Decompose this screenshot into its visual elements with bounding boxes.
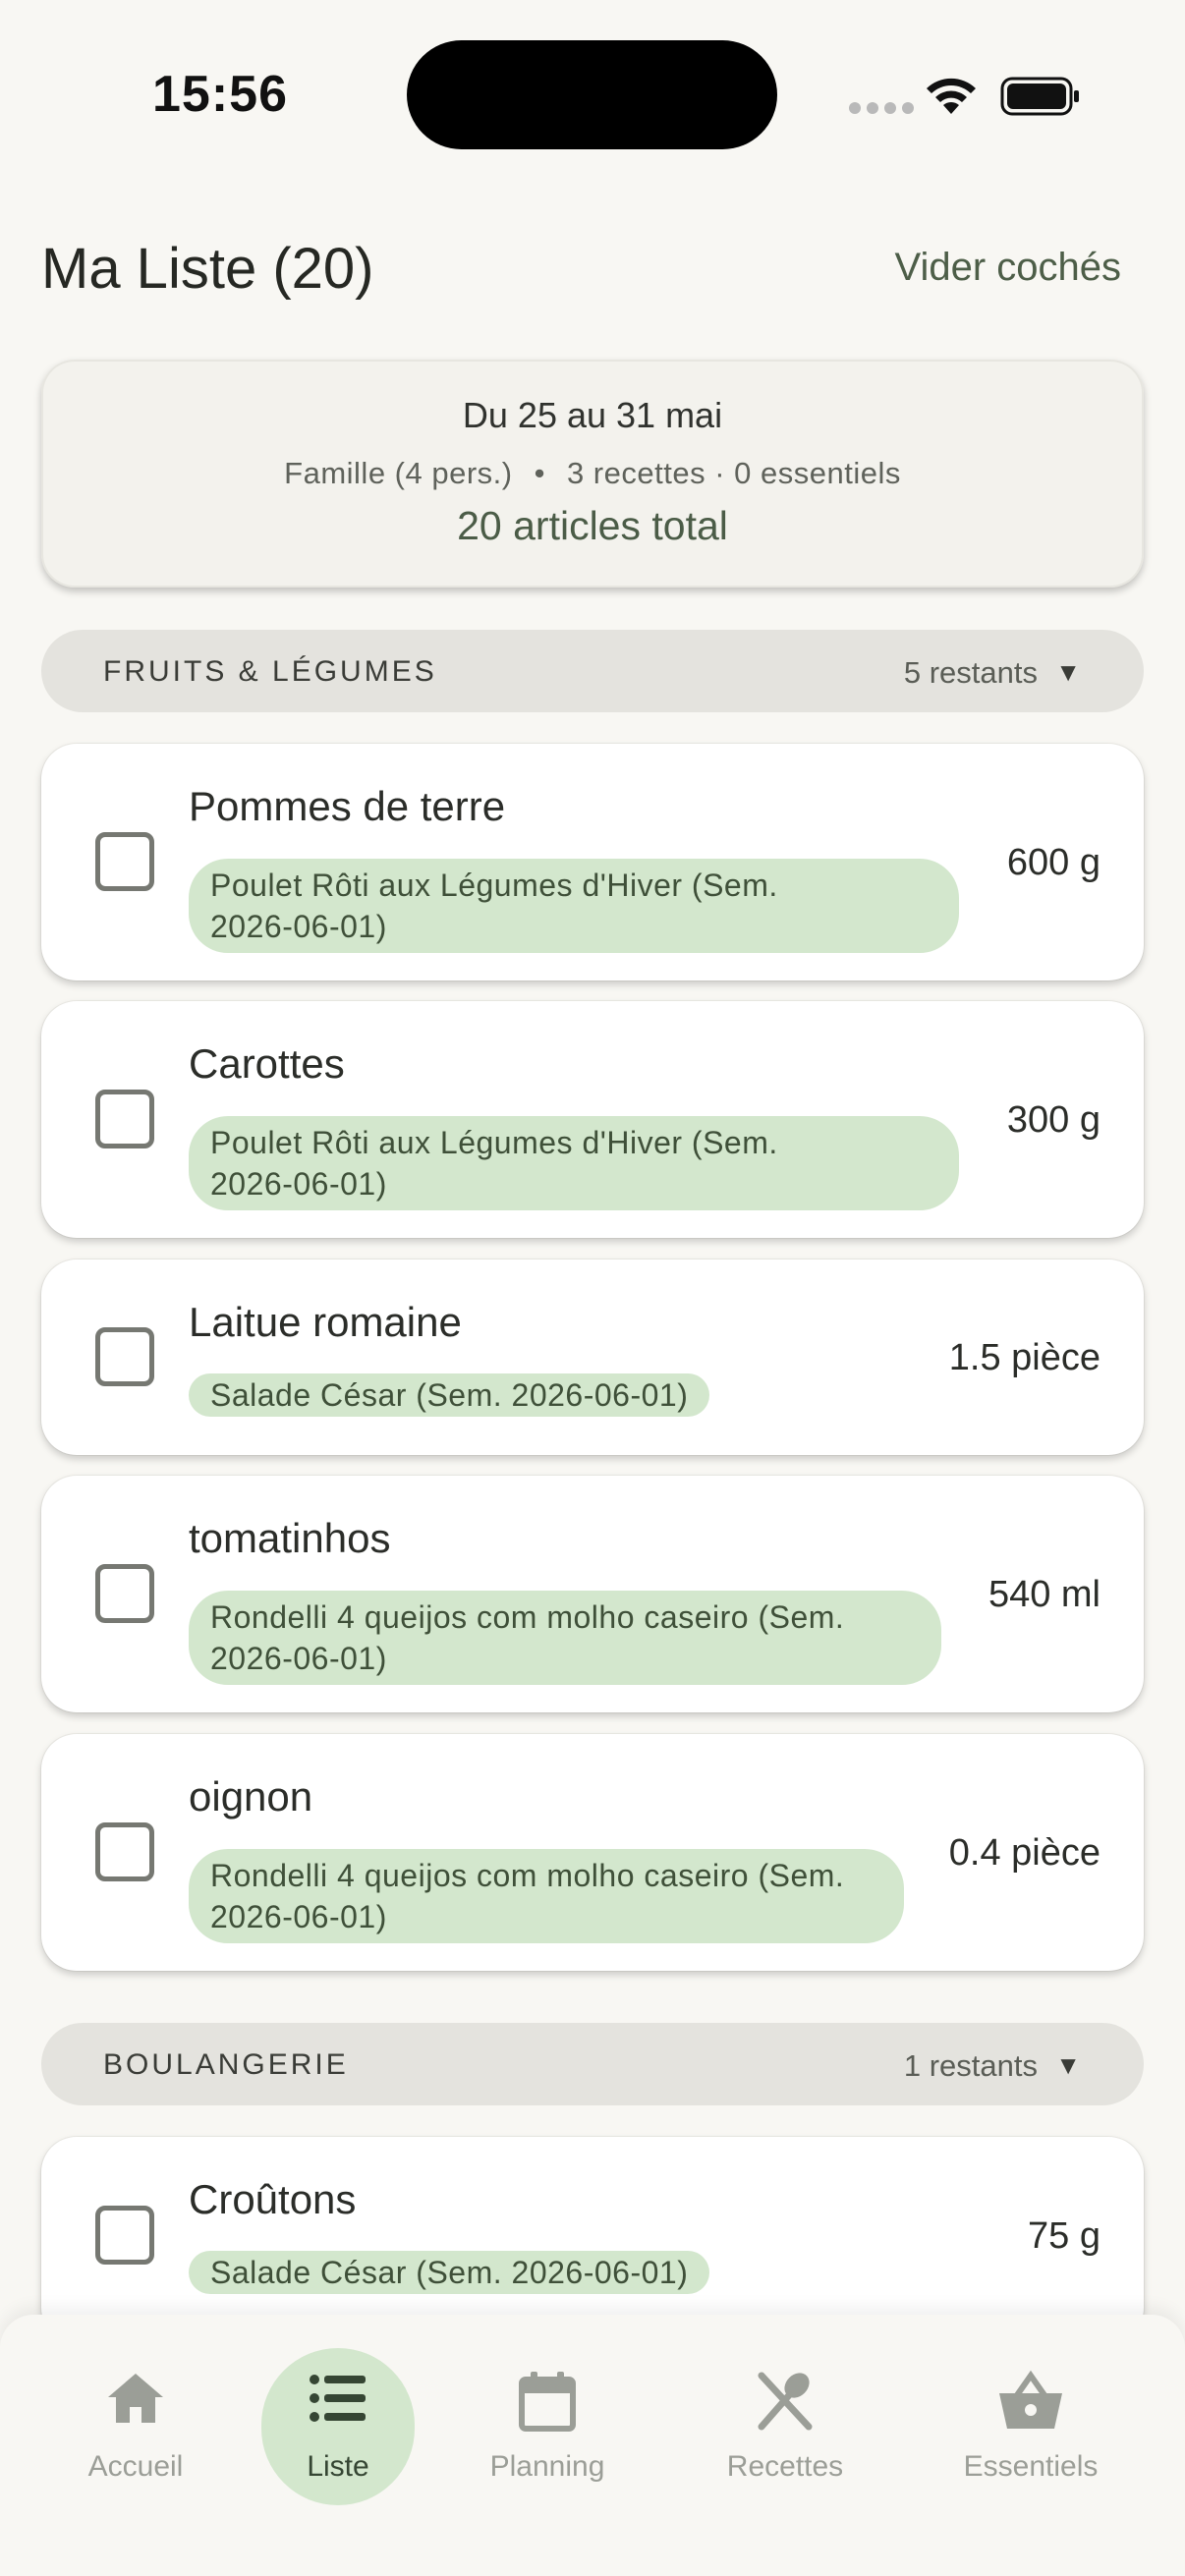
- recipe-tag-line2: 2026-06-01): [210, 909, 387, 944]
- summary-recipes-essentials: 3 recettes · 0 essentiels: [566, 456, 901, 490]
- recipe-tag: Salade César (Sem. 2026-06-01): [189, 2251, 710, 2294]
- item-quantity: 540 ml: [988, 1574, 1100, 1615]
- item-checkbox[interactable]: [95, 1564, 154, 1623]
- category-count: 1 restants: [903, 2048, 1038, 2083]
- nav-item-accueil[interactable]: Accueil: [37, 2315, 234, 2511]
- list-item[interactable]: Croûtons Salade César (Sem. 2026-06-01) …: [41, 2137, 1144, 2343]
- calendar-icon: [519, 2372, 576, 2432]
- summary-total: 20 articles total: [457, 503, 728, 548]
- cellular-signal-icon: [849, 102, 914, 114]
- recipe-tag-line1: Salade César (Sem. 2026-06-01): [210, 2255, 689, 2290]
- item-name: tomatinhos: [189, 1515, 391, 1561]
- status-time: 15:56: [152, 66, 288, 123]
- item-checkbox[interactable]: [95, 832, 154, 891]
- recipe-tag-line1: Salade César (Sem. 2026-06-01): [210, 1377, 689, 1413]
- summary-dates: Du 25 au 31 mai: [462, 395, 723, 435]
- nav-label: Essentiels: [963, 2450, 1099, 2483]
- item-quantity: 1.5 pièce: [948, 1337, 1100, 1378]
- item-name: Carottes: [189, 1040, 345, 1087]
- page-title: Ma Liste (20): [41, 237, 374, 301]
- list-icon: [310, 2375, 366, 2422]
- recipe-tag: Poulet Rôti aux Légumes d'Hiver (Sem. 20…: [189, 859, 959, 953]
- recipe-tag-line2: 2026-06-01): [210, 1899, 387, 1934]
- category-name: FRUITS & LÉGUMES: [103, 655, 437, 688]
- item-checkbox[interactable]: [95, 1822, 154, 1881]
- category-count: 5 restants: [903, 655, 1038, 690]
- summary-card: Du 25 au 31 mai Famille (4 pers.) • 3 rece…: [41, 360, 1144, 588]
- recipe-tag-line2: 2026-06-01): [210, 1641, 387, 1676]
- list-item[interactable]: Carottes Poulet Rôti aux Légumes d'Hiver…: [41, 1001, 1144, 1238]
- basket-icon: [999, 2370, 1062, 2429]
- summary-meta: Famille (4 pers.) • 3 recettes · 0 essenti…: [41, 456, 1144, 491]
- item-quantity: 0.4 pièce: [948, 1832, 1100, 1874]
- nav-label: Liste: [307, 2450, 369, 2483]
- recipe-tag-line1: Rondelli 4 queijos com molho caseiro (Se…: [210, 1599, 845, 1635]
- recipe-tag: Rondelli 4 queijos com molho caseiro (Se…: [189, 1591, 941, 1685]
- nav-label: Planning: [489, 2450, 605, 2483]
- dynamic-island: [407, 40, 777, 149]
- nav-item-essentiels[interactable]: Essentiels: [932, 2315, 1129, 2511]
- clear-checked-button[interactable]: Vider cochés: [894, 246, 1121, 290]
- battery-icon: [1000, 77, 1079, 116]
- item-name: Croûtons: [189, 2176, 357, 2222]
- item-checkbox[interactable]: [95, 2206, 154, 2265]
- nav-item-recettes[interactable]: Recettes: [687, 2315, 883, 2511]
- list-item[interactable]: oignon Rondelli 4 queijos com molho case…: [41, 1734, 1144, 1971]
- recipe-tag: Rondelli 4 queijos com molho caseiro (Se…: [189, 1849, 904, 1943]
- recipe-tag-line1: Poulet Rôti aux Légumes d'Hiver (Sem.: [210, 1125, 778, 1160]
- nav-label: Recettes: [726, 2450, 844, 2483]
- recipe-tag-line1: Rondelli 4 queijos com molho caseiro (Se…: [210, 1858, 845, 1893]
- chevron-down-icon: ▼: [1055, 657, 1081, 687]
- nav-item-liste[interactable]: Liste: [240, 2315, 436, 2511]
- utensils-icon: [758, 2372, 813, 2431]
- item-checkbox[interactable]: [95, 1327, 154, 1386]
- nav-item-planning[interactable]: Planning: [449, 2315, 646, 2511]
- item-checkbox[interactable]: [95, 1090, 154, 1148]
- item-quantity: 300 g: [1006, 1099, 1100, 1141]
- bottom-navigation: Accueil Liste Planning Recettes Essentie…: [0, 2315, 1185, 2576]
- list-item[interactable]: Laitue romaine Salade César (Sem. 2026-0…: [41, 1260, 1144, 1455]
- list-item[interactable]: tomatinhos Rondelli 4 queijos com molho …: [41, 1476, 1144, 1712]
- item-name: Pommes de terre: [189, 783, 506, 829]
- summary-separator: •: [534, 456, 545, 490]
- item-name: Laitue romaine: [189, 1299, 462, 1345]
- recipe-tag: Poulet Rôti aux Légumes d'Hiver (Sem. 20…: [189, 1116, 959, 1210]
- home-icon: [108, 2374, 163, 2423]
- status-bar: 15:56: [0, 0, 1185, 187]
- list-item[interactable]: Pommes de terre Poulet Rôti aux Légumes …: [41, 744, 1144, 980]
- chevron-down-icon: ▼: [1055, 2050, 1081, 2080]
- item-quantity: 75 g: [1028, 2215, 1100, 2257]
- nav-label: Accueil: [87, 2450, 184, 2483]
- category-header-boulangerie[interactable]: BOULANGERIE 1 restants ▼: [41, 2023, 1144, 2105]
- recipe-tag-line2: 2026-06-01): [210, 1166, 387, 1202]
- item-quantity: 600 g: [1006, 842, 1100, 883]
- item-name: oignon: [189, 1773, 313, 1820]
- summary-household: Famille (4 pers.): [284, 456, 513, 490]
- category-name: BOULANGERIE: [103, 2048, 349, 2081]
- recipe-tag-line1: Poulet Rôti aux Légumes d'Hiver (Sem.: [210, 868, 778, 903]
- recipe-tag: Salade César (Sem. 2026-06-01): [189, 1373, 710, 1417]
- category-header-fruits-legumes[interactable]: FRUITS & LÉGUMES 5 restants ▼: [41, 630, 1144, 712]
- wifi-icon: [927, 78, 976, 114]
